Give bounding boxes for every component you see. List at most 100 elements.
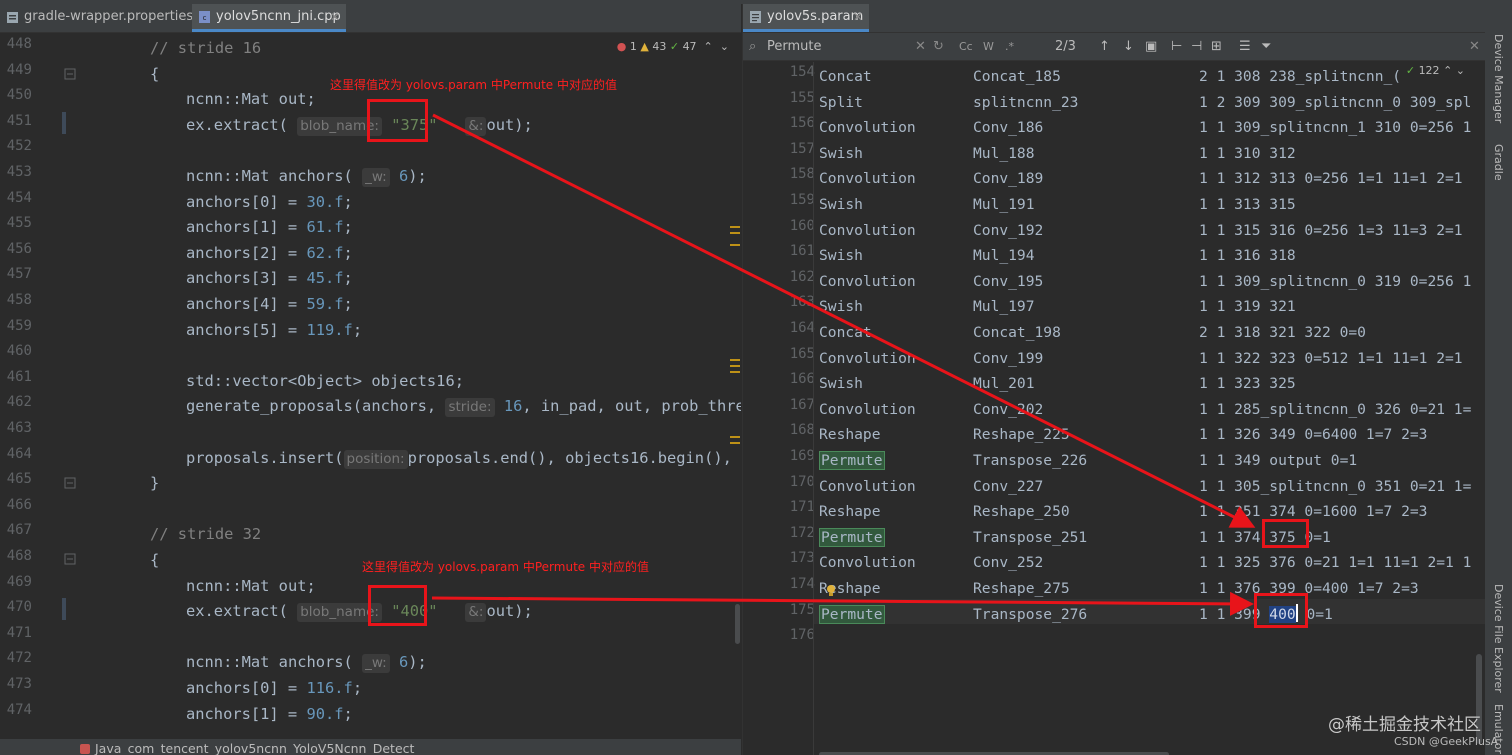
annotation-box-400-code	[368, 585, 427, 626]
scroll-warning-mark[interactable]	[730, 359, 740, 361]
tab-gradle-wrapper[interactable]: gradle-wrapper.properties	[0, 4, 193, 32]
find-bar: ⌕ Permute ✕ ↻ Cc W .* 2/3 ↑ ↓ ▣ ⊢ ⊣ ⊞ ☰ …	[743, 33, 1485, 61]
select-occurrences-icon[interactable]: ⊞	[1211, 37, 1222, 56]
gradle-tab[interactable]: Gradle	[1492, 144, 1505, 181]
filter-icon[interactable]: ⏷	[1261, 37, 1271, 56]
code-line: anchors[5] = 119.f;	[186, 320, 363, 339]
device-manager-tab[interactable]: Device Manager	[1492, 34, 1505, 123]
param-type: Permute	[819, 448, 885, 473]
param-type: Convolution	[819, 477, 916, 495]
code-line: anchors[0] = 116.f;	[186, 679, 363, 697]
device-file-explorer-tab[interactable]: Device File Explorer	[1492, 584, 1505, 693]
param-name: Conv_186	[973, 119, 1044, 137]
code-line: anchors[0] = 30.f;	[186, 192, 353, 211]
code-line: ncnn::Mat out;	[186, 576, 316, 595]
param-type: Permute	[819, 602, 885, 627]
history-icon[interactable]: ↻	[933, 37, 944, 56]
param-name: Mul_201	[973, 375, 1035, 393]
param-name: Conv_199	[973, 349, 1044, 367]
param-name: Conv_252	[973, 554, 1044, 572]
param-name: splitncnn_23	[973, 93, 1079, 111]
code-area[interactable]: // stride 16 { ncnn::Mat out; ex.extract…	[0, 36, 741, 755]
param-args: 1 1 305_splitncnn_0 351 0=21 1=	[1199, 477, 1472, 495]
previous-match-icon[interactable]: ↑	[1099, 37, 1110, 56]
param-type: Split	[819, 93, 863, 111]
param-args: 1 1 326 349 0=6400 1=7 2=3	[1199, 426, 1428, 444]
annotation-box-375-param	[1262, 519, 1309, 548]
scroll-warning-mark[interactable]	[730, 226, 740, 228]
parameter-hint: &:	[465, 116, 487, 136]
next-match-icon[interactable]: ↓	[1123, 37, 1134, 56]
param-args: 1 1 285_splitncnn_0 326 0=21 1=	[1199, 400, 1472, 418]
code-line: ncnn::Mat out;	[186, 90, 316, 109]
param-name: Conv_227	[973, 477, 1044, 495]
watermark-author: CSDN @GeekPlusA	[1394, 735, 1499, 748]
breadcrumb-function[interactable]: Java_com_tencent_yolov5ncnn_YoloV5Ncnn_D…	[95, 741, 414, 755]
code-line: anchors[1] = 61.f;	[186, 218, 353, 237]
tab-yolov5s-param[interactable]: yolov5s.param ✕	[743, 4, 869, 32]
param-args: 1 2 309 309_splitncnn_0 309_spl	[1199, 93, 1472, 111]
search-icon[interactable]: ⌕	[749, 37, 756, 56]
tool-window-strip: Device Manager Gradle Device File Explor…	[1485, 4, 1512, 755]
param-args: 2 1 308 238_splitncnn_(	[1199, 68, 1402, 85]
scroll-warning-mark[interactable]	[730, 436, 740, 438]
match-indicator[interactable]: ✓ 122 ⌃ ⌄	[1406, 64, 1465, 77]
param-name: Reshape_250	[973, 503, 1070, 521]
code-line: ncnn::Mat anchors( _w: 6);	[186, 167, 427, 187]
parameter-hint: position:	[343, 449, 408, 469]
param-name: Reshape_275	[973, 580, 1070, 597]
code-line: proposals.insert(position: proposals.end(…	[186, 448, 741, 469]
scroll-warning-mark[interactable]	[730, 365, 740, 367]
match-counter: 2/3	[1055, 39, 1076, 54]
param-name: Transpose_226	[973, 452, 1088, 469]
close-tab-icon[interactable]: ✕	[330, 4, 340, 30]
scroll-warning-mark[interactable]	[730, 232, 740, 234]
param-args: 1 1 325 376 0=21 1=1 11=1 2=1 1	[1199, 554, 1472, 572]
param-type: Concat	[819, 68, 872, 85]
breadcrumb[interactable]: Java_com_tencent_yolov5ncnn_YoloV5Ncnn_D…	[0, 739, 741, 755]
param-name: Mul_194	[973, 247, 1035, 265]
scroll-warning-mark[interactable]	[730, 371, 740, 373]
match-case-toggle[interactable]: Cc	[959, 37, 973, 56]
add-occurrence-icon[interactable]: ⊢	[1171, 37, 1182, 56]
param-type: Convolution	[819, 400, 916, 418]
code-line: {	[150, 551, 160, 569]
select-all-icon[interactable]: ▣	[1145, 37, 1157, 56]
words-toggle[interactable]: W	[983, 37, 994, 56]
param-args: 1 1 316 318	[1199, 247, 1296, 265]
code-line: anchors[1] = 90.f;	[186, 704, 353, 723]
search-input[interactable]: Permute	[767, 37, 917, 56]
chevron-up-icon[interactable]: ⌃	[1443, 64, 1452, 77]
svg-text:c: c	[203, 14, 207, 22]
close-tab-icon[interactable]: ✕	[853, 4, 863, 30]
param-type: Concat	[819, 324, 872, 341]
param-name: Mul_197	[973, 298, 1035, 316]
chevron-down-icon[interactable]: ⌄	[1456, 64, 1465, 77]
close-find-icon[interactable]: ✕	[1469, 37, 1480, 56]
param-name: Concat_198	[973, 324, 1061, 341]
scroll-warning-mark[interactable]	[730, 442, 740, 444]
lightbulb-icon[interactable]	[825, 584, 837, 598]
code-line: // stride 32	[150, 525, 262, 544]
annotation-box-375-code	[367, 99, 428, 142]
annotation-box-400-param	[1254, 593, 1308, 628]
param-args: 1 1 351 374 0=1600 1=7 2=3	[1199, 503, 1428, 521]
search-match-highlight: Permute	[819, 451, 885, 470]
function-icon	[80, 744, 90, 754]
vertical-scrollbar[interactable]	[735, 604, 740, 644]
options-icon[interactable]: ☰	[1239, 37, 1251, 56]
param-file-content[interactable]: Concat Concat_185 2 1 308 238_splitncnn_…	[743, 62, 1485, 755]
tab-yolov5ncnn-jni[interactable]: c yolov5ncnn_jni.cpp ✕	[192, 4, 346, 32]
regex-toggle[interactable]: .*	[1005, 37, 1014, 56]
param-name: Conv_189	[973, 170, 1044, 188]
clear-search-icon[interactable]: ✕	[915, 37, 926, 56]
code-line: // stride 16	[150, 39, 262, 57]
remove-occurrence-icon[interactable]: ⊣	[1191, 37, 1202, 56]
scroll-warning-mark[interactable]	[730, 244, 740, 246]
right-tab-bar: yolov5s.param ✕	[743, 4, 1485, 33]
param-type: Convolution	[819, 119, 916, 137]
left-tab-bar: gradle-wrapper.properties c yolov5ncnn_j…	[0, 4, 741, 33]
param-name: Transpose_276	[973, 605, 1088, 623]
param-name: Conv_192	[973, 221, 1044, 239]
search-match-highlight: Permute	[819, 604, 885, 624]
